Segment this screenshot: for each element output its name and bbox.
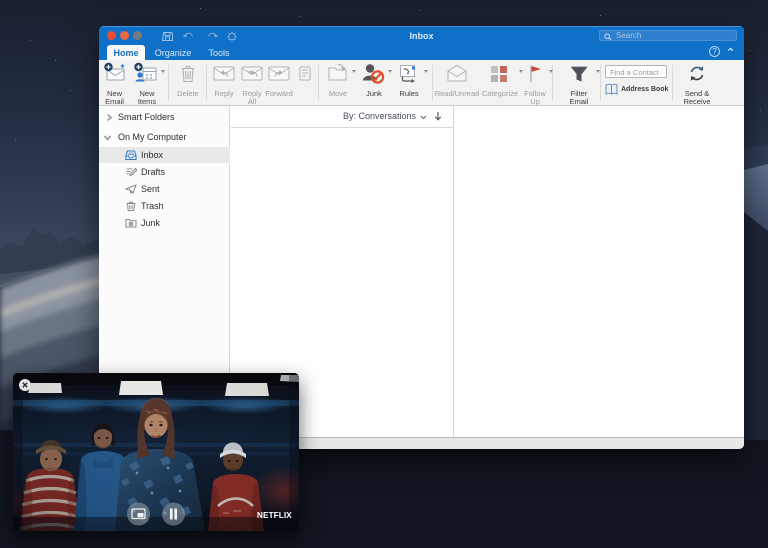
svg-text:NETFLIX: NETFLIX [257, 511, 292, 520]
